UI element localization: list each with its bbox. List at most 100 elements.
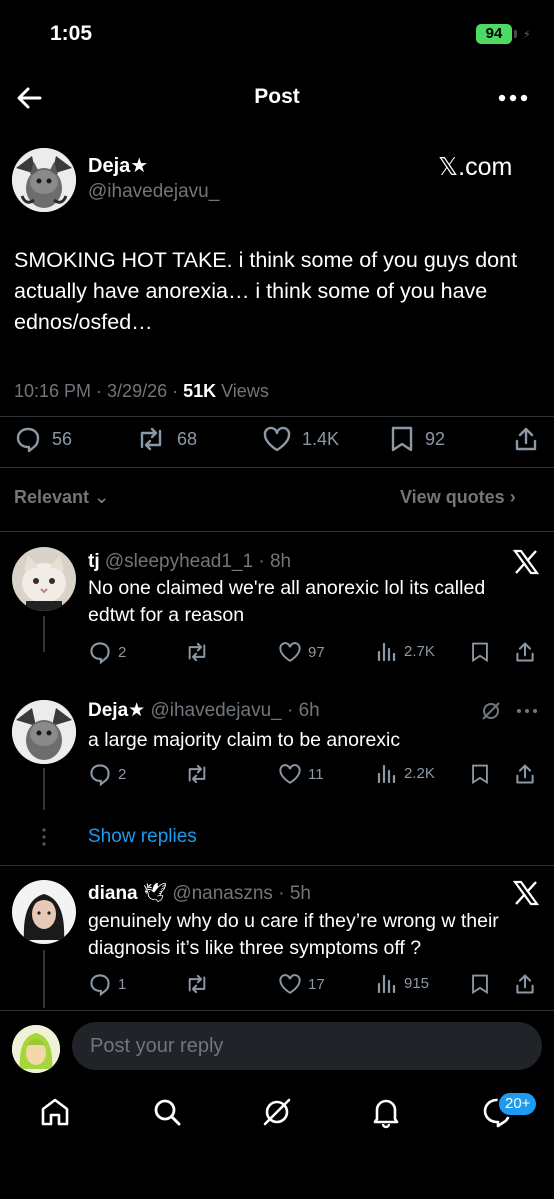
reply-button[interactable]: 56 <box>14 425 72 453</box>
views-count: 915 <box>404 974 430 992</box>
repost-count: 68 <box>177 428 198 449</box>
reply-text: genuinely why do u care if they’re wrong… <box>88 910 499 959</box>
heart-icon <box>279 974 301 994</box>
reply-handle[interactable]: @nanaszns · 5h <box>172 883 311 904</box>
author-name[interactable]: Deja★ <box>88 153 148 178</box>
reply-header: diana 🕊 @nanaszns · 5h <box>88 881 311 905</box>
like-button[interactable]: 17 <box>278 972 325 996</box>
author-handle[interactable]: @ihavedejavu_ <box>88 181 219 203</box>
reply-author-name[interactable]: diana <box>88 883 138 904</box>
divider <box>0 531 554 532</box>
reply-header: Deja★ @ihavedejavu_ · 6h <box>88 699 320 722</box>
analytics-icon <box>377 974 396 994</box>
views-button[interactable]: 2.2K <box>376 762 435 784</box>
charging-icon: ⚡ <box>523 29 531 41</box>
more-horizontal-icon[interactable] <box>516 700 538 722</box>
user-avatar[interactable] <box>12 1025 60 1073</box>
reply-button[interactable]: 1 <box>88 972 126 996</box>
reply-input[interactable]: Post your reply <box>72 1022 542 1070</box>
sort-dropdown[interactable]: Relevant ⌄ <box>14 487 109 508</box>
reply-avatar[interactable] <box>12 700 76 764</box>
share-icon <box>516 642 534 662</box>
reply-avatar[interactable] <box>12 880 76 944</box>
reply-actions: 2 97 2.7K <box>88 640 538 666</box>
chevron-down-icon: ⌄ <box>94 487 110 507</box>
like-button[interactable]: 1.4K <box>262 425 339 453</box>
post-meta: 10:16 PM · 3/29/26 · 51K Views <box>14 381 269 402</box>
like-button[interactable]: 97 <box>278 640 325 664</box>
like-count: 97 <box>308 643 325 661</box>
reply-author-name[interactable]: tj <box>88 551 100 572</box>
reply-avatar[interactable] <box>12 547 76 611</box>
analytics-icon <box>377 642 396 662</box>
author-avatar[interactable] <box>12 148 76 212</box>
views-label: Views <box>216 381 269 401</box>
bookmark-button[interactable] <box>470 762 490 786</box>
x-logo-icon <box>512 879 540 907</box>
reply-count: 56 <box>52 428 73 449</box>
reply-author-name[interactable]: Deja★ <box>88 700 145 721</box>
status-time: 1:05 <box>50 22 93 45</box>
bookmark-button[interactable] <box>470 972 490 996</box>
repost-button[interactable] <box>184 972 210 996</box>
repost-button[interactable] <box>184 762 210 786</box>
heart-icon <box>263 426 291 452</box>
status-bar: 1:05 94 ⚡ <box>0 0 554 70</box>
bookmark-button[interactable] <box>470 640 490 664</box>
share-button[interactable] <box>513 425 539 453</box>
bookmark-icon <box>472 642 488 663</box>
reply-handle[interactable]: @sleepyhead1_1 · 8h <box>105 551 291 572</box>
home-icon[interactable] <box>38 1095 72 1129</box>
reply-icon <box>90 642 110 664</box>
show-replies-link[interactable]: Show replies <box>88 826 197 848</box>
reply-handle[interactable]: @ihavedejavu_ · 6h <box>150 700 319 721</box>
share-icon <box>516 764 534 784</box>
reply-icon <box>90 764 110 786</box>
views-button[interactable]: 915 <box>376 972 429 994</box>
like-count: 17 <box>308 975 325 993</box>
reply-button[interactable]: 2 <box>88 640 126 664</box>
bookmark-count: 92 <box>425 428 446 449</box>
reply-button[interactable]: 2 <box>88 762 126 786</box>
share-button[interactable] <box>514 762 536 786</box>
repost-icon <box>188 642 206 662</box>
share-button[interactable] <box>514 972 536 996</box>
bookmark-icon <box>391 426 413 452</box>
page-title: Post <box>254 85 300 108</box>
views-button[interactable]: 2.7K <box>376 640 435 662</box>
repost-button[interactable] <box>184 640 210 664</box>
more-horizontal-icon[interactable] <box>498 85 528 111</box>
sort-label: Relevant <box>14 487 90 507</box>
view-quotes-label: View quotes <box>400 487 505 507</box>
reply-text: a large majority claim to be anorexic <box>88 729 401 751</box>
reply-text: No one claimed we're all anorexic lol it… <box>88 577 486 626</box>
share-button[interactable] <box>514 640 536 664</box>
repost-button[interactable]: 68 <box>135 425 197 453</box>
grok-icon[interactable] <box>480 700 502 722</box>
bookmark-button[interactable]: 92 <box>389 425 445 453</box>
analytics-icon <box>377 764 396 784</box>
notifications-icon[interactable] <box>369 1095 403 1129</box>
reply-count: 2 <box>118 643 127 661</box>
heart-icon <box>279 764 301 784</box>
grok-icon[interactable] <box>260 1095 294 1129</box>
like-button[interactable]: 11 <box>278 762 324 786</box>
dove-emoji: 🕊 <box>142 883 168 904</box>
bookmark-icon <box>472 974 488 995</box>
heart-icon <box>279 642 301 662</box>
post-actions: 56 68 1.4K 92 <box>0 425 554 457</box>
chevron-right-icon: › <box>509 487 516 507</box>
thread-line <box>43 616 45 652</box>
post-text: SMOKING HOT TAKE. i think some of you gu… <box>14 248 518 334</box>
view-quotes-link[interactable]: View quotes › <box>400 487 516 508</box>
divider <box>0 416 554 417</box>
like-count: 11 <box>308 765 324 783</box>
search-icon[interactable] <box>150 1095 184 1129</box>
repost-icon <box>188 974 206 994</box>
reply-header: tj @sleepyhead1_1 · 8h <box>88 551 291 573</box>
views-count: 2.2K <box>404 764 435 782</box>
messages-badge: 20+ <box>497 1091 539 1117</box>
x-logo-icon <box>512 548 540 576</box>
reply-actions: 1 17 915 <box>88 972 538 998</box>
divider <box>0 467 554 468</box>
